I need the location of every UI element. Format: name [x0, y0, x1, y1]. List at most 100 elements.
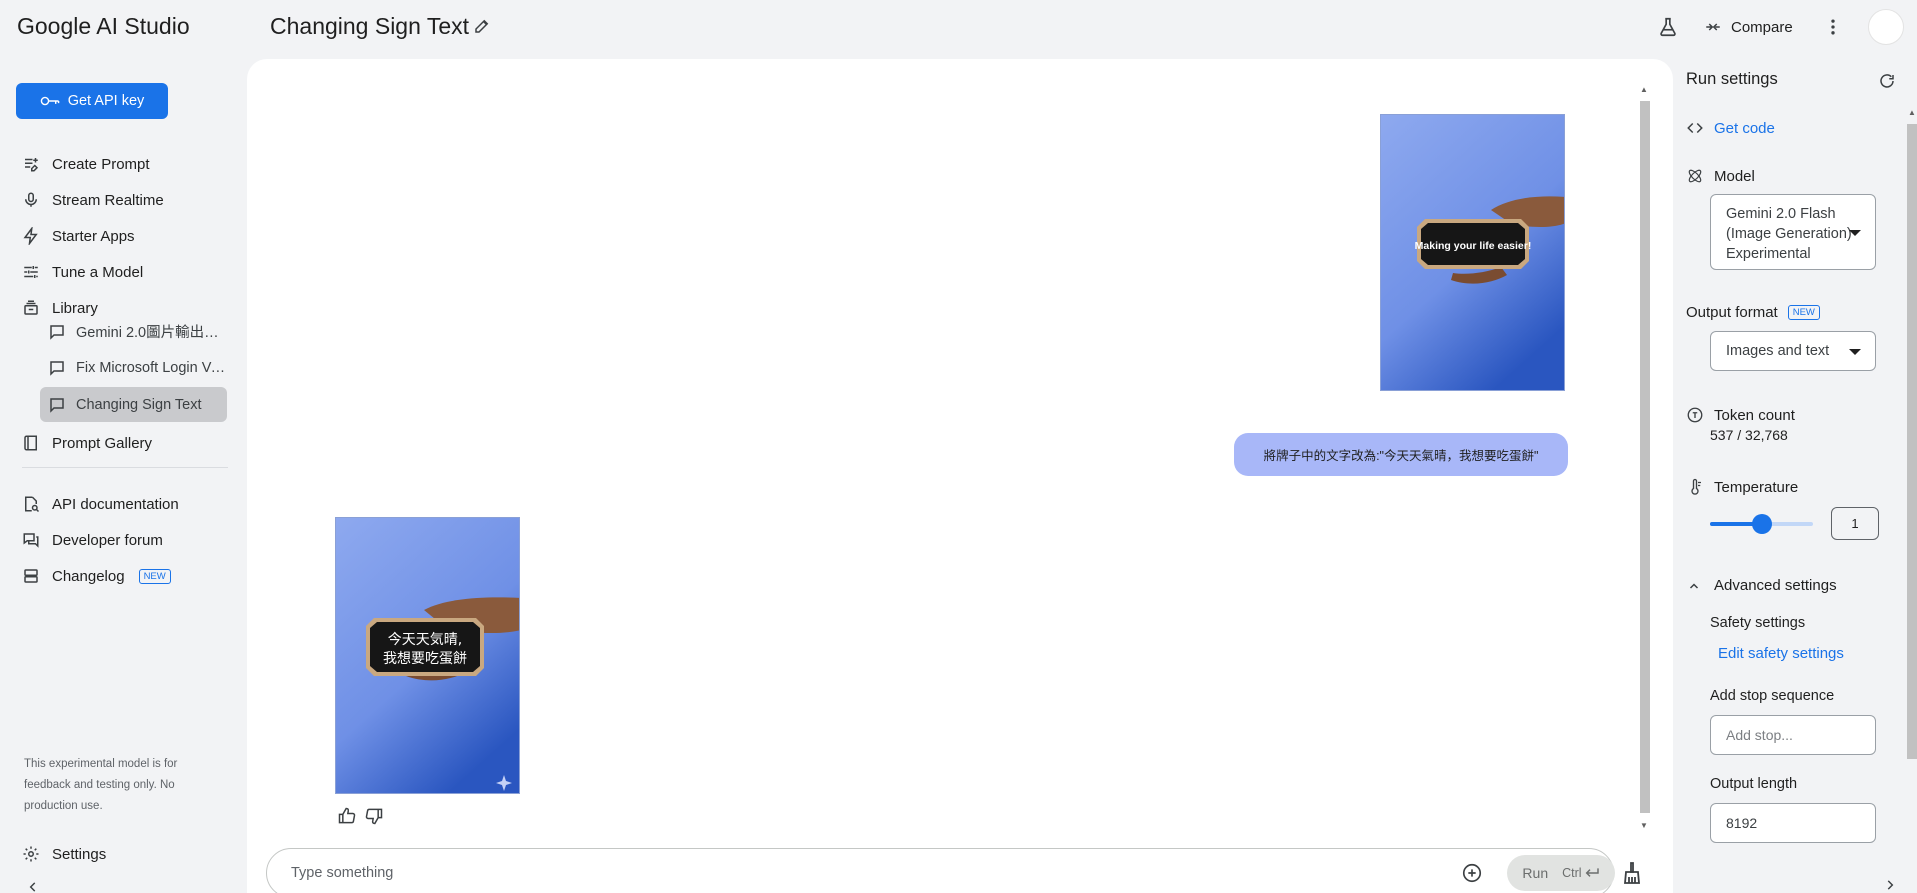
- add-circle-icon[interactable]: [1461, 862, 1483, 884]
- scroll-up-arrow-icon[interactable]: ▲: [1908, 108, 1916, 117]
- output-format-select[interactable]: Images and text: [1710, 331, 1876, 371]
- tune-icon: [24, 266, 38, 278]
- clear-chat-broom-icon[interactable]: [1620, 861, 1644, 885]
- settings-scroll-thumb[interactable]: [1907, 124, 1917, 759]
- more-vert-icon[interactable]: [1823, 16, 1843, 38]
- get-code-link[interactable]: Get code: [1686, 119, 1775, 137]
- slider-thumb[interactable]: [1751, 514, 1772, 534]
- left-sidebar: Get API key Create Prompt Stream Realtim…: [0, 54, 240, 893]
- nav-starter-apps[interactable]: Starter Apps: [22, 224, 135, 248]
- user-image[interactable]: Making your life easier!: [1380, 114, 1565, 391]
- nav-stream-realtime[interactable]: Stream Realtime: [22, 188, 164, 212]
- model-value-line-1: Gemini 2.0 Flash: [1726, 206, 1836, 222]
- science-flask-icon[interactable]: [1657, 16, 1679, 38]
- dropdown-caret-icon: [1849, 230, 1861, 236]
- edit-pencil-icon[interactable]: [473, 17, 491, 35]
- library-item-2[interactable]: Changing Sign Text: [40, 387, 227, 422]
- nav-tune-model-label: Tune a Model: [52, 263, 144, 281]
- run-label: Run: [1522, 865, 1549, 881]
- stop-sequence-label: Add stop sequence: [1710, 688, 1835, 704]
- chevron-right-icon[interactable]: [1883, 878, 1897, 892]
- edit-safety-settings-link[interactable]: Edit safety settings: [1718, 645, 1844, 662]
- temperature-input[interactable]: 1: [1831, 507, 1879, 540]
- chat-scrollbar[interactable]: ▲ ▼: [1638, 79, 1650, 839]
- nav-tune-model[interactable]: Tune a Model: [22, 260, 143, 284]
- compare-label: Compare: [1731, 18, 1793, 36]
- model-label-text: Model: [1714, 167, 1755, 185]
- output-format-label: Output format NEW: [1686, 304, 1820, 321]
- sidebar-divider: [22, 467, 228, 468]
- thumbs-down-icon[interactable]: [364, 806, 384, 826]
- scroll-up-arrow-icon[interactable]: ▲: [1640, 85, 1648, 94]
- model-atom-icon: [1688, 169, 1702, 183]
- code-icon: [1687, 122, 1703, 134]
- nav-changelog[interactable]: Changelog NEW: [22, 564, 171, 588]
- bolt-icon: [23, 227, 38, 245]
- chevron-left-icon[interactable]: [26, 880, 40, 893]
- gear-icon: [23, 846, 39, 862]
- nav-prompt-gallery[interactable]: Prompt Gallery: [22, 431, 152, 455]
- thumbs-up-icon[interactable]: [337, 806, 357, 826]
- nav-api-documentation-label: API documentation: [52, 495, 179, 513]
- changelog-icon: [24, 569, 38, 583]
- chat-bubble-icon: [50, 360, 64, 376]
- output-format-value: Images and text: [1726, 343, 1830, 359]
- library-item-1[interactable]: Fix Microsoft Login Ve...: [40, 350, 227, 385]
- nav-create-prompt-label: Create Prompt: [52, 155, 150, 173]
- chat-scroll-thumb[interactable]: [1640, 101, 1650, 813]
- enter-key-icon: [1585, 868, 1599, 877]
- run-shortcut: Ctrl: [1562, 866, 1599, 880]
- create-prompt-icon: [25, 158, 39, 172]
- user-image-sign-text: Making your life easier!: [1415, 240, 1532, 252]
- model-value-line-3: Experimental: [1726, 246, 1811, 262]
- output-length-input[interactable]: 8192: [1710, 803, 1876, 843]
- scroll-down-arrow-icon[interactable]: ▼: [1640, 821, 1648, 830]
- model-select[interactable]: Gemini 2.0 Flash (Image Generation) Expe…: [1710, 194, 1876, 270]
- library-icon: [24, 300, 38, 315]
- prompt-input[interactable]: [291, 862, 1391, 884]
- compare-icon: [1706, 23, 1720, 31]
- model-image-graphic: 今天天気晴, 我想要吃蛋餅: [336, 518, 519, 793]
- nav-settings[interactable]: Settings: [22, 842, 106, 866]
- temperature-label: Temperature: [1686, 478, 1798, 496]
- reset-refresh-icon[interactable]: [1878, 72, 1896, 90]
- run-button[interactable]: Run Ctrl: [1507, 855, 1615, 891]
- nav-developer-forum[interactable]: Developer forum: [22, 528, 163, 552]
- get-api-key-label: Get API key: [67, 93, 145, 109]
- prompt-composer: Run Ctrl: [266, 848, 1615, 893]
- doc-search-icon: [25, 496, 40, 513]
- compare-button[interactable]: Compare: [1704, 13, 1793, 41]
- settings-scrollbar[interactable]: ▲ ▼: [1905, 108, 1917, 893]
- library-item-0[interactable]: Gemini 2.0圖片輸出功...: [40, 314, 227, 349]
- library-item-2-label: Changing Sign Text: [76, 396, 202, 413]
- nav-create-prompt[interactable]: Create Prompt: [22, 152, 150, 176]
- nav-developer-forum-label: Developer forum: [52, 531, 163, 549]
- account-avatar[interactable]: [1868, 9, 1904, 45]
- top-bar: Google AI Studio Changing Sign Text Comp…: [0, 0, 1917, 54]
- user-message: 將牌子中的文字改為:"今天天氣晴，我想要吃蛋餅": [1234, 433, 1568, 476]
- app-brand[interactable]: Google AI Studio: [17, 13, 190, 40]
- nav-api-documentation[interactable]: API documentation: [22, 492, 179, 516]
- safety-settings-label: Safety settings: [1710, 615, 1806, 631]
- library-item-0-label: Gemini 2.0圖片輸出功...: [76, 325, 227, 341]
- book-icon: [24, 435, 37, 451]
- nav-starter-apps-label: Starter Apps: [52, 227, 135, 245]
- microphone-icon: [25, 192, 37, 207]
- nav-changelog-label: Changelog: [52, 567, 125, 585]
- stop-sequence-input[interactable]: Add stop...: [1710, 715, 1876, 755]
- nav-prompt-gallery-label: Prompt Gallery: [52, 434, 153, 452]
- user-image-graphic: Making your life easier!: [1381, 115, 1564, 390]
- get-api-key-button[interactable]: Get API key: [16, 83, 168, 119]
- prompt-title[interactable]: Changing Sign Text: [270, 13, 469, 40]
- temperature-slider[interactable]: [1710, 514, 1813, 534]
- library-item-1-label: Fix Microsoft Login Ve...: [76, 359, 227, 376]
- run-shortcut-label: Ctrl: [1562, 866, 1582, 880]
- advanced-settings-toggle[interactable]: Advanced settings: [1688, 577, 1837, 594]
- model-image-sign-line-2: 我想要吃蛋餅: [383, 650, 467, 667]
- model-image[interactable]: 今天天気晴, 我想要吃蛋餅: [335, 517, 520, 794]
- nav-settings-label: Settings: [52, 845, 107, 863]
- output-format-label-text: Output format: [1686, 304, 1778, 321]
- chat-bubble-icon: [50, 324, 64, 340]
- new-badge: NEW: [138, 568, 171, 584]
- get-code-label: Get code: [1714, 119, 1775, 137]
